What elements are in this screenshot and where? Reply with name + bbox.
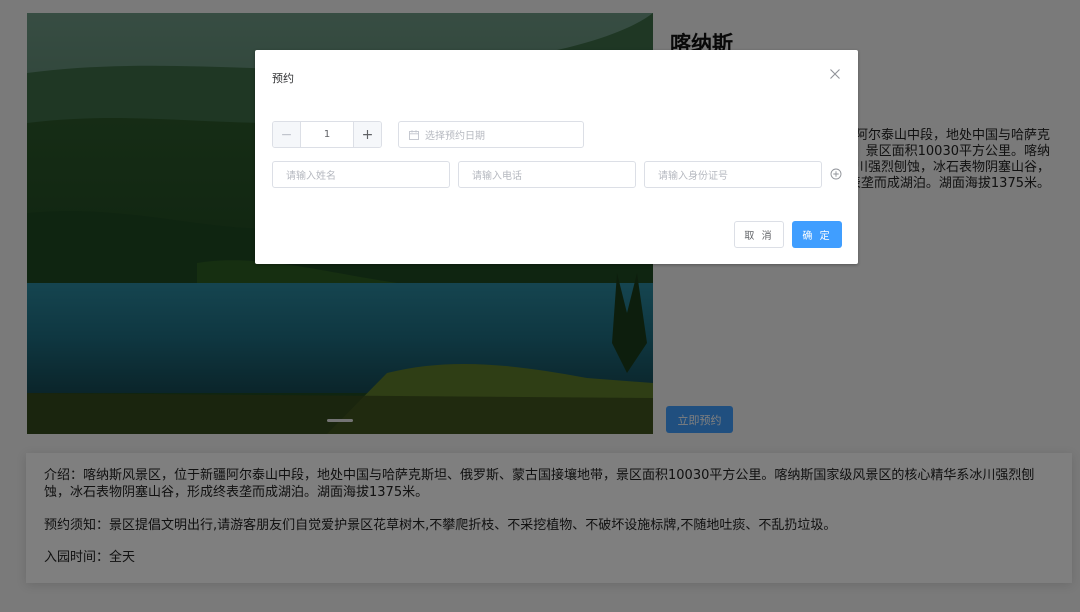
cancel-button[interactable]: 取 消 xyxy=(734,221,784,248)
quantity-input[interactable]: 1 xyxy=(301,122,353,147)
name-placeholder: 请输入姓名 xyxy=(286,171,336,182)
date-picker[interactable]: 选择预约日期 xyxy=(398,121,584,148)
circle-plus-icon[interactable] xyxy=(830,168,842,180)
id-placeholder: 请输入身份证号 xyxy=(658,171,728,182)
phone-input[interactable]: 请输入电话 xyxy=(458,161,636,188)
decrease-button[interactable]: − xyxy=(273,122,301,147)
close-icon[interactable] xyxy=(829,68,841,80)
increase-button[interactable]: + xyxy=(353,122,381,147)
phone-placeholder: 请输入电话 xyxy=(472,171,522,182)
dialog-title: 预约 xyxy=(272,72,294,85)
confirm-button[interactable]: 确 定 xyxy=(792,221,842,248)
id-number-input[interactable]: 请输入身份证号 xyxy=(644,161,822,188)
name-input[interactable]: 请输入姓名 xyxy=(272,161,450,188)
booking-dialog: 预约 − 1 + 选择预约日期 请输入姓名 请输入电话 请输入身份证号 取 消 … xyxy=(255,50,858,264)
date-placeholder: 选择预约日期 xyxy=(425,131,485,142)
quantity-stepper: − 1 + xyxy=(272,121,382,148)
calendar-icon xyxy=(409,129,419,140)
